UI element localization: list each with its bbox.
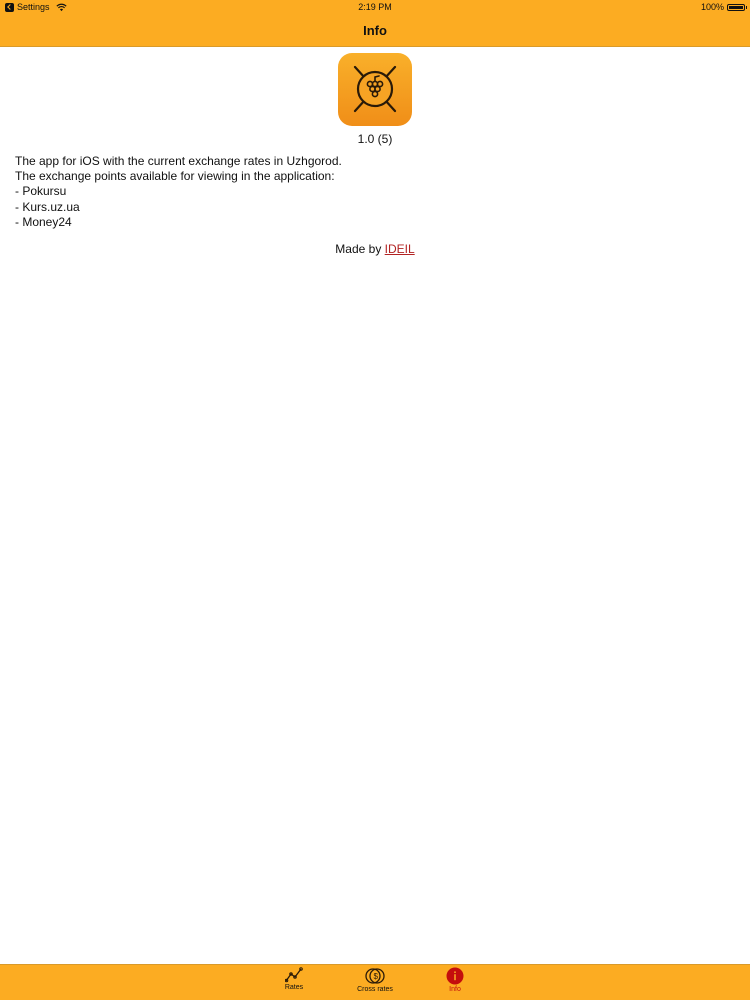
battery-status: 100% <box>700 2 747 12</box>
tab-label: Rates <box>284 984 304 991</box>
svg-text:$: $ <box>374 972 379 981</box>
exchange-point-item: - Kurs.uz.ua <box>15 199 80 214</box>
battery-percent: 100% <box>700 2 724 12</box>
app-version: 1.0 (5) <box>357 132 393 146</box>
tab-cross-rates[interactable]: $ Cross rates <box>345 967 405 993</box>
made-by-label: Made by <box>335 242 382 256</box>
line-chart-icon <box>285 967 303 983</box>
app-logo <box>338 53 412 126</box>
coins-exchange-icon: $ <box>365 968 385 984</box>
tab-label: Cross rates <box>357 986 393 993</box>
tab-bar: Rates $ Cross rates Info <box>0 964 750 1000</box>
tab-rates[interactable]: Rates <box>264 967 324 991</box>
exchange-point-item: - Money24 <box>15 214 72 229</box>
info-icon <box>446 967 464 985</box>
page-title: Info <box>363 23 387 38</box>
developer-link[interactable]: IDEIL <box>385 242 415 256</box>
status-bar: Settings 2:19 PM 100% <box>0 0 750 16</box>
credits: Made by IDEIL <box>0 242 750 256</box>
grapes-logo-icon <box>353 65 397 113</box>
app-description: The app for iOS with the current exchang… <box>15 154 342 230</box>
tab-label: Info <box>449 986 461 993</box>
tab-info[interactable]: Info <box>425 967 485 993</box>
exchange-point-item: - Pokursu <box>15 184 67 199</box>
description-line: The exchange points available for viewin… <box>15 169 335 184</box>
description-line: The app for iOS with the current exchang… <box>15 154 342 168</box>
battery-icon <box>727 3 747 11</box>
navigation-bar: Info <box>0 16 750 47</box>
status-time: 2:19 PM <box>358 2 392 12</box>
